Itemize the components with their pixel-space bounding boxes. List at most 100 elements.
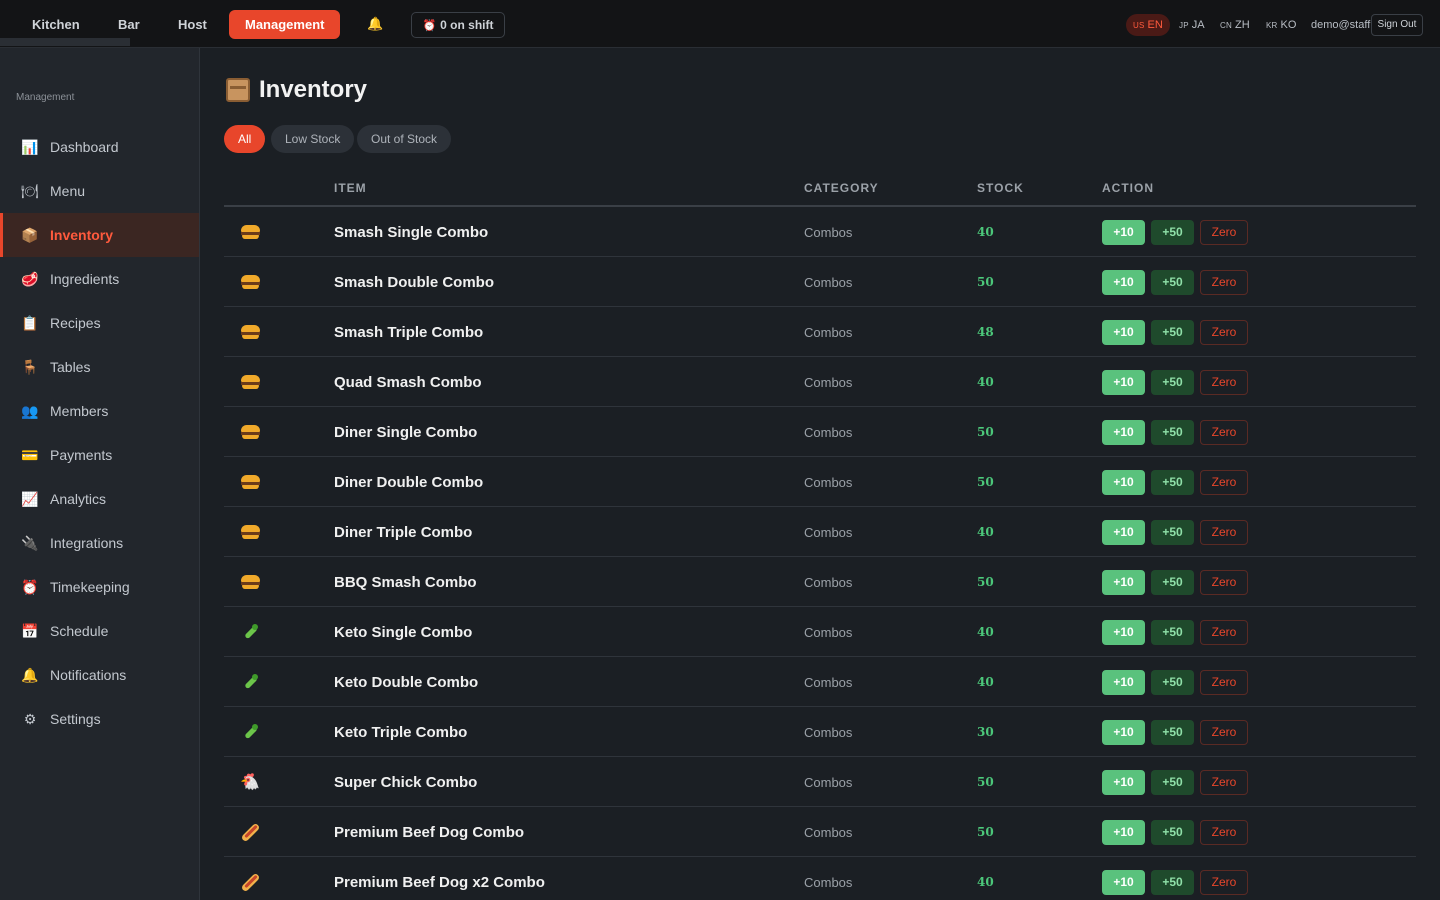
add-50-button[interactable]: +50 [1151,419,1194,445]
sidebar-item-schedule[interactable]: 📅 Schedule [0,609,199,653]
sidebar-item-notifications[interactable]: 🔔 Notifications [0,653,199,697]
add-10-button[interactable]: +10 [1102,619,1145,645]
sidebar-item-inventory[interactable]: 📦 Inventory [0,213,199,257]
item-category: Combos [804,874,853,890]
item-name: Diner Triple Combo [334,523,473,541]
plug-icon: 🔌 [21,534,39,551]
sidebar-item-members[interactable]: 👥 Members [0,389,199,433]
filter-out-of-stock[interactable]: Out of Stock [357,125,452,153]
item-stock: 50 [977,825,994,839]
add-10-button[interactable]: +10 [1102,469,1145,495]
add-10-button[interactable]: +10 [1102,519,1145,545]
item-name: Premium Beef Dog Combo [334,823,525,841]
add-50-button[interactable]: +50 [1151,819,1194,845]
add-10-button[interactable]: +10 [1102,819,1145,845]
zero-button[interactable]: Zero [1200,319,1248,345]
sidebar-item-integrations[interactable]: 🔌 Integrations [0,521,199,565]
sidebar-item-tables[interactable]: 🪑 Tables [0,345,199,389]
language-ja[interactable]: JP JA [1172,14,1212,36]
language-ko[interactable]: KR KO [1259,14,1303,36]
add-10-button[interactable]: +10 [1102,669,1145,695]
add-10-button[interactable]: +10 [1102,319,1145,345]
add-50-button[interactable]: +50 [1151,319,1194,345]
sign-out-button[interactable]: Sign Out [1371,14,1423,36]
zero-button[interactable]: Zero [1200,869,1248,895]
table-row: BBQ Smash Combo Combos 50 +10 +50 Zero [224,557,1416,607]
bell-icon: 🔔 [21,666,39,683]
sidebar-item-label: Recipes [50,315,101,331]
add-50-button[interactable]: +50 [1151,519,1194,545]
sidebar-item-timekeeping[interactable]: ⏰ Timekeeping [0,565,199,609]
filter-all[interactable]: All [224,125,266,153]
add-10-button[interactable]: +10 [1102,719,1145,745]
sidebar-item-label: Settings [50,711,101,727]
add-50-button[interactable]: +50 [1151,769,1194,795]
zero-button[interactable]: Zero [1200,469,1248,495]
item-stock: 48 [977,325,994,339]
add-50-button[interactable]: +50 [1151,569,1194,595]
zero-button[interactable]: Zero [1200,769,1248,795]
sidebar-section-label: Management [16,92,75,103]
language-zh[interactable]: CN ZH [1213,14,1257,36]
zero-button[interactable]: Zero [1200,619,1248,645]
zero-button[interactable]: Zero [1200,569,1248,595]
celery-icon [238,607,262,657]
add-50-button[interactable]: +50 [1151,269,1194,295]
item-name: Smash Triple Combo [334,323,484,341]
add-50-button[interactable]: +50 [1151,219,1194,245]
item-stock: 40 [977,875,994,889]
add-50-button[interactable]: +50 [1151,869,1194,895]
add-10-button[interactable]: +10 [1102,419,1145,445]
alarm-clock-icon: ⏰ [21,578,39,595]
tab-management[interactable]: Management [229,10,341,39]
tab-bar[interactable]: Bar [102,10,156,39]
language-en[interactable]: US EN [1126,14,1170,36]
zero-button[interactable]: Zero [1200,669,1248,695]
add-50-button[interactable]: +50 [1151,369,1194,395]
sidebar-item-menu[interactable]: 🍽 Menu [0,169,199,213]
sidebar-item-settings[interactable]: ⚙ Settings [0,697,199,741]
add-10-button[interactable]: +10 [1102,569,1145,595]
add-10-button[interactable]: +10 [1102,269,1145,295]
add-10-button[interactable]: +10 [1102,869,1145,895]
bell-icon[interactable]: 🔔 [367,16,383,32]
zero-button[interactable]: Zero [1200,369,1248,395]
zero-button[interactable]: Zero [1200,269,1248,295]
item-stock: 50 [977,575,994,589]
sidebar-item-ingredients[interactable]: 🥩 Ingredients [0,257,199,301]
tab-host[interactable]: Host [162,10,223,39]
burger-icon [238,407,262,457]
add-10-button[interactable]: +10 [1102,219,1145,245]
item-category: Combos [804,524,853,540]
add-50-button[interactable]: +50 [1151,469,1194,495]
credit-card-icon: 💳 [21,446,39,463]
row-actions: +10 +50 Zero [1102,807,1248,857]
sidebar-item-recipes[interactable]: 📋 Recipes [0,301,199,345]
zero-button[interactable]: Zero [1200,819,1248,845]
item-name: Keto Double Combo [334,673,479,691]
sidebar-item-dashboard[interactable]: 📊 Dashboard [0,125,199,169]
inventory-table: ITEM CATEGORY STOCK ACTION Smash Single … [224,170,1416,900]
table-header: ITEM CATEGORY STOCK ACTION [224,170,1416,207]
add-50-button[interactable]: +50 [1151,619,1194,645]
sidebar-item-label: Timekeeping [50,579,130,595]
zero-button[interactable]: Zero [1200,719,1248,745]
zero-button[interactable]: Zero [1200,219,1248,245]
add-50-button[interactable]: +50 [1151,669,1194,695]
tab-kitchen[interactable]: Kitchen [16,10,96,39]
item-category: Combos [804,324,853,340]
sidebar-item-analytics[interactable]: 📈 Analytics [0,477,199,521]
table-row: Keto Single Combo Combos 40 +10 +50 Zero [224,607,1416,657]
add-50-button[interactable]: +50 [1151,719,1194,745]
filter-low-stock[interactable]: Low Stock [271,125,355,153]
sidebar: Management 📊 Dashboard 🍽 Menu 📦 Inventory 🥩… [0,48,200,900]
item-category: Combos [804,624,853,640]
on-shift-button[interactable]: ⏰ 0 on shift [411,12,505,38]
column-header-category: CATEGORY [804,181,879,195]
row-actions: +10 +50 Zero [1102,457,1248,507]
add-10-button[interactable]: +10 [1102,369,1145,395]
zero-button[interactable]: Zero [1200,419,1248,445]
add-10-button[interactable]: +10 [1102,769,1145,795]
zero-button[interactable]: Zero [1200,519,1248,545]
sidebar-item-payments[interactable]: 💳 Payments [0,433,199,477]
